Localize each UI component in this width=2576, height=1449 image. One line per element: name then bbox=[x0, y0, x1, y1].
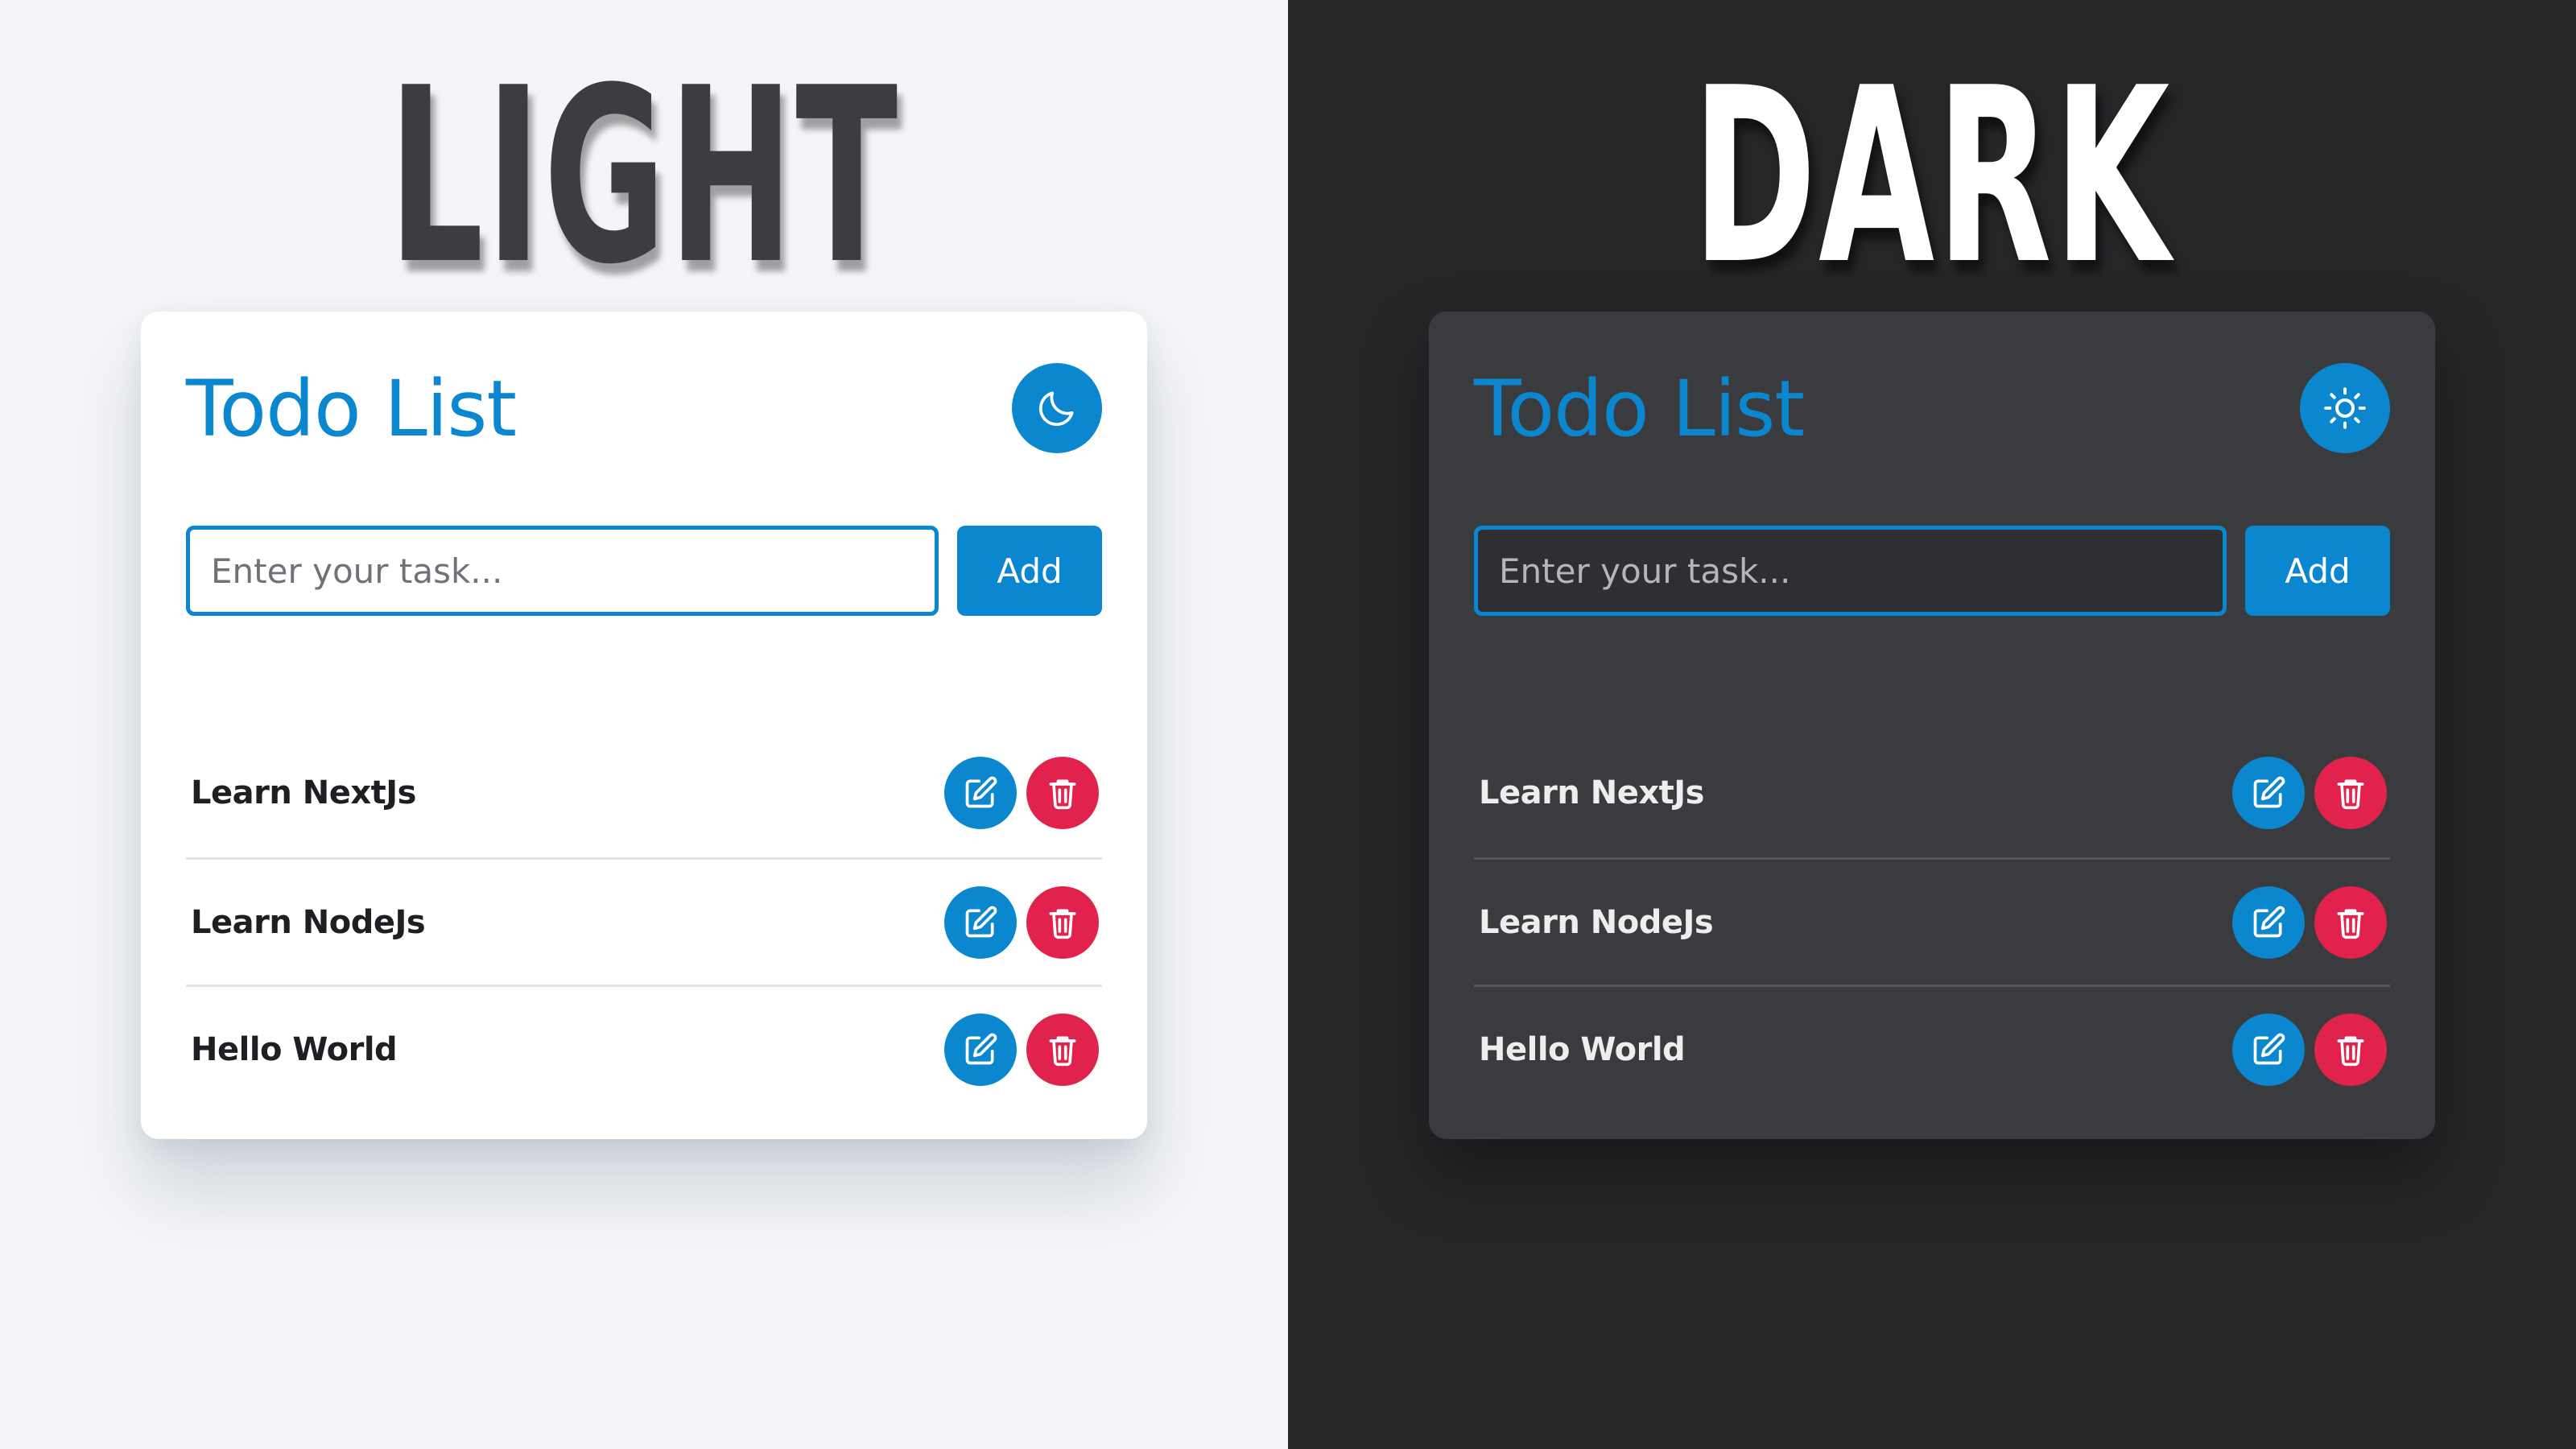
edit-button[interactable] bbox=[944, 1013, 1017, 1086]
delete-button[interactable] bbox=[1026, 886, 1099, 959]
todo-item: Hello World bbox=[1474, 985, 2390, 1112]
app-title: Todo List bbox=[186, 364, 517, 454]
edit-button[interactable] bbox=[944, 886, 1017, 959]
todo-text: Hello World bbox=[1479, 1030, 1686, 1068]
dark-banner-heading: DARK bbox=[1692, 36, 2172, 317]
edit-icon bbox=[2253, 1033, 2285, 1064]
todo-app-card-dark: Todo List Add Learn NextJs bbox=[1429, 312, 2435, 1139]
delete-button[interactable] bbox=[2314, 757, 2387, 829]
todo-text: Learn NextJs bbox=[191, 774, 416, 811]
todo-text: Learn NodeJs bbox=[1479, 903, 1714, 941]
trash-icon bbox=[2337, 1036, 2364, 1066]
todo-item: Hello World bbox=[186, 985, 1102, 1112]
task-input[interactable] bbox=[186, 526, 939, 616]
edit-icon bbox=[965, 906, 997, 937]
trash-icon bbox=[1049, 779, 1076, 810]
edit-button[interactable] bbox=[2232, 886, 2305, 959]
add-button[interactable]: Add bbox=[2245, 526, 2390, 616]
trash-icon bbox=[1049, 1036, 1076, 1066]
light-theme-panel: LIGHT Todo List Add Learn NextJs bbox=[0, 0, 1288, 1449]
edit-icon bbox=[2253, 776, 2285, 808]
dark-theme-panel: DARK Todo List Add Learn NextJs bbox=[1288, 0, 2576, 1449]
todo-item: Learn NextJs bbox=[1474, 729, 2390, 857]
todo-actions bbox=[944, 1013, 1099, 1086]
theme-toggle-button[interactable] bbox=[2300, 363, 2390, 453]
trash-icon bbox=[2337, 909, 2364, 939]
edit-button[interactable] bbox=[944, 757, 1017, 829]
trash-icon bbox=[2337, 779, 2364, 810]
todo-item: Learn NodeJs bbox=[1474, 857, 2390, 985]
sun-icon bbox=[2324, 387, 2366, 429]
edit-icon bbox=[965, 1033, 997, 1064]
todo-actions bbox=[944, 886, 1099, 959]
todo-item: Learn NextJs bbox=[186, 729, 1102, 857]
moon-icon bbox=[1038, 391, 1074, 427]
todo-app-card-light: Todo List Add Learn NextJs bbox=[141, 312, 1147, 1139]
todo-list: Learn NextJs Learn NodeJs Hello World bbox=[186, 729, 1102, 1112]
delete-button[interactable] bbox=[2314, 1013, 2387, 1086]
todo-actions bbox=[2232, 1013, 2387, 1086]
todo-item: Learn NodeJs bbox=[186, 857, 1102, 985]
edit-icon bbox=[965, 776, 997, 808]
delete-button[interactable] bbox=[1026, 1013, 1099, 1086]
edit-icon bbox=[2253, 906, 2285, 937]
delete-button[interactable] bbox=[2314, 886, 2387, 959]
edit-button[interactable] bbox=[2232, 1013, 2305, 1086]
trash-icon bbox=[1049, 909, 1076, 939]
todo-actions bbox=[2232, 757, 2387, 829]
task-input[interactable] bbox=[1474, 526, 2227, 616]
todo-text: Hello World bbox=[191, 1030, 398, 1068]
todo-actions bbox=[944, 757, 1099, 829]
todo-text: Learn NodeJs bbox=[191, 903, 426, 941]
card-header: Todo List bbox=[186, 357, 1102, 461]
todo-list: Learn NextJs Learn NodeJs Hello World bbox=[1474, 729, 2390, 1112]
delete-button[interactable] bbox=[1026, 757, 1099, 829]
add-task-row: Add bbox=[186, 526, 1102, 616]
card-header: Todo List bbox=[1474, 357, 2390, 461]
light-banner-heading: LIGHT bbox=[388, 36, 900, 317]
app-title: Todo List bbox=[1474, 364, 1805, 454]
edit-button[interactable] bbox=[2232, 757, 2305, 829]
theme-toggle-button[interactable] bbox=[1012, 363, 1102, 453]
add-button[interactable]: Add bbox=[957, 526, 1102, 616]
add-task-row: Add bbox=[1474, 526, 2390, 616]
todo-text: Learn NextJs bbox=[1479, 774, 1704, 811]
todo-actions bbox=[2232, 886, 2387, 959]
